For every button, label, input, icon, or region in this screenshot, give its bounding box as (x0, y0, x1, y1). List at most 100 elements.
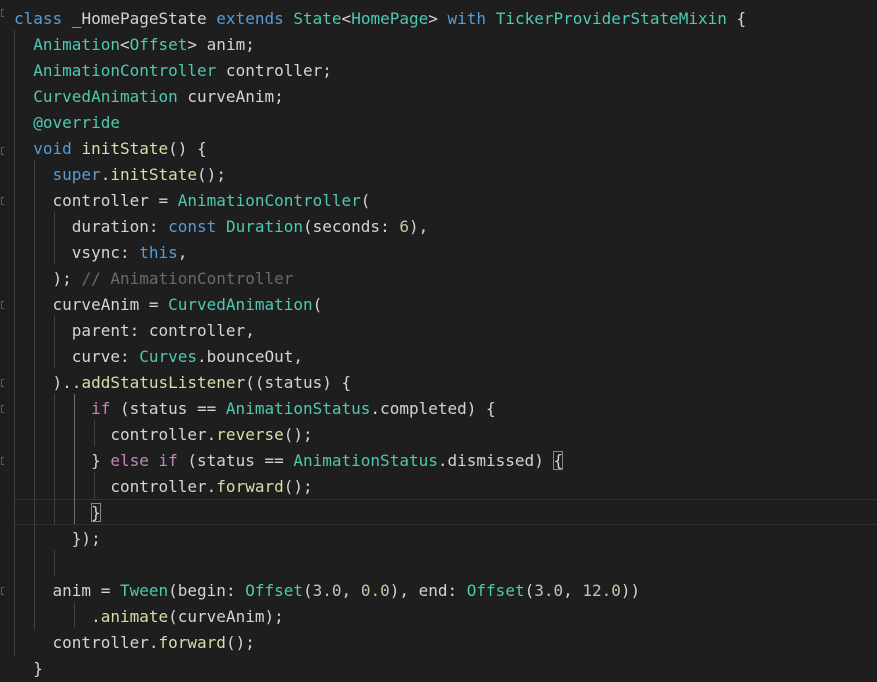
code-token: { (726, 9, 747, 28)
code-token: State (293, 9, 342, 28)
fold-marker-icon[interactable] (1, 379, 4, 387)
code-token: void (33, 139, 72, 158)
fold-marker-icon[interactable] (1, 405, 4, 413)
code-token: vsync: (14, 243, 140, 262)
code-token: // AnimationController (81, 269, 294, 288)
code-line[interactable]: duration: const Duration(seconds: 6), (14, 214, 428, 240)
code-token: (); (283, 425, 313, 444)
code-line[interactable]: super.initState(); (14, 162, 226, 188)
code-token: AnimationStatus (293, 451, 438, 470)
code-token: curveAnim; (177, 87, 284, 106)
code-token: controller. (14, 633, 159, 652)
code-token: ( (312, 295, 323, 314)
code-token: < (341, 9, 352, 28)
code-token: 12.0 (582, 581, 621, 600)
code-token: . (100, 165, 111, 184)
code-token: _HomePageState (62, 9, 217, 28)
code-line[interactable]: controller = AnimationController( (14, 188, 371, 214)
code-line[interactable]: .animate(curveAnim); (14, 604, 284, 630)
code-token: 3.0 (534, 581, 564, 600)
code-line[interactable]: controller.forward(); (14, 474, 313, 500)
code-token: controller. (14, 425, 217, 444)
code-token: )) (620, 581, 641, 600)
code-line[interactable]: controller.forward(); (14, 630, 255, 656)
code-line[interactable]: } (14, 656, 43, 682)
fold-marker-icon[interactable] (1, 301, 4, 309)
code-line[interactable]: } else if (status == AnimationStatus.dis… (14, 448, 564, 474)
code-token: if (158, 451, 178, 470)
matched-bracket: } (91, 503, 101, 522)
code-line[interactable]: curveAnim = CurvedAnimation( (14, 292, 323, 318)
code-line[interactable]: class _HomePageState extends State<HomeP… (14, 6, 746, 32)
code-token: (seconds: (303, 217, 400, 236)
fold-marker-icon[interactable] (1, 587, 4, 595)
code-line[interactable]: void initState() { (14, 136, 207, 162)
code-line[interactable]: anim = Tween(begin: Offset(3.0, 0.0), en… (14, 578, 641, 604)
fold-marker-icon[interactable] (1, 9, 4, 17)
code-line[interactable]: } (14, 500, 101, 526)
code-line[interactable]: Animation<Offset> anim; (14, 32, 255, 58)
code-token: .bounceOut, (197, 347, 303, 366)
code-token: ), (408, 217, 429, 236)
code-line[interactable]: vsync: this, (14, 240, 188, 266)
code-token: controller = (14, 191, 178, 210)
code-token: .completed) { (370, 399, 496, 418)
code-token: extends (216, 9, 284, 28)
code-line[interactable]: }); (14, 526, 101, 552)
fold-marker-icon[interactable] (1, 457, 4, 465)
code-editor[interactable]: class _HomePageState extends State<HomeP… (0, 0, 877, 682)
editor-gutter (0, 0, 8, 682)
code-token: Tween (119, 581, 169, 600)
code-line[interactable]: parent: controller, (14, 318, 255, 344)
code-token: ( (303, 581, 313, 600)
code-token: (status == (177, 451, 294, 470)
fold-marker-icon[interactable] (1, 197, 4, 205)
code-token: initState (81, 139, 169, 158)
code-token: 3.0 (312, 581, 342, 600)
code-token: 0.0 (360, 581, 390, 600)
code-line[interactable]: CurvedAnimation curveAnim; (14, 84, 284, 110)
fold-marker-icon[interactable] (1, 147, 4, 155)
code-line[interactable]: ); // AnimationController (14, 266, 294, 292)
code-token: ((status) { (245, 373, 352, 392)
code-line[interactable]: @override (14, 110, 120, 136)
code-token: parent: controller, (14, 321, 255, 340)
code-token: }); (14, 529, 101, 548)
code-token: reverse (216, 425, 284, 444)
code-token: () { (168, 139, 207, 158)
code-token: controller; (216, 61, 332, 80)
code-line[interactable]: AnimationController controller; (14, 58, 332, 84)
code-token: Duration (225, 217, 303, 236)
code-token: .dismissed) (437, 451, 554, 470)
code-token: (curveAnim); (168, 607, 284, 626)
code-token: super (52, 165, 101, 184)
code-token: AnimationStatus (225, 399, 371, 418)
code-token: animate (100, 607, 169, 626)
code-line[interactable]: )..addStatusListener((status) { (14, 370, 352, 396)
code-line[interactable]: if (status == AnimationStatus.completed)… (14, 396, 496, 422)
code-token: curveAnim = (14, 295, 169, 314)
code-token: (); (283, 477, 313, 496)
code-token: duration: (14, 217, 169, 236)
current-line-highlight (14, 499, 877, 525)
code-token: ( (524, 581, 535, 600)
code-token: controller. (14, 477, 217, 496)
code-token: < (119, 35, 130, 54)
code-line[interactable]: curve: Curves.bounceOut, (14, 344, 303, 370)
code-token: @override (33, 113, 120, 132)
code-token: (); (225, 633, 255, 652)
code-token: CurvedAnimation (168, 295, 313, 314)
code-line[interactable]: controller.reverse(); (14, 422, 313, 448)
code-token: Curves (139, 347, 198, 366)
code-token: CurvedAnimation (33, 87, 178, 106)
